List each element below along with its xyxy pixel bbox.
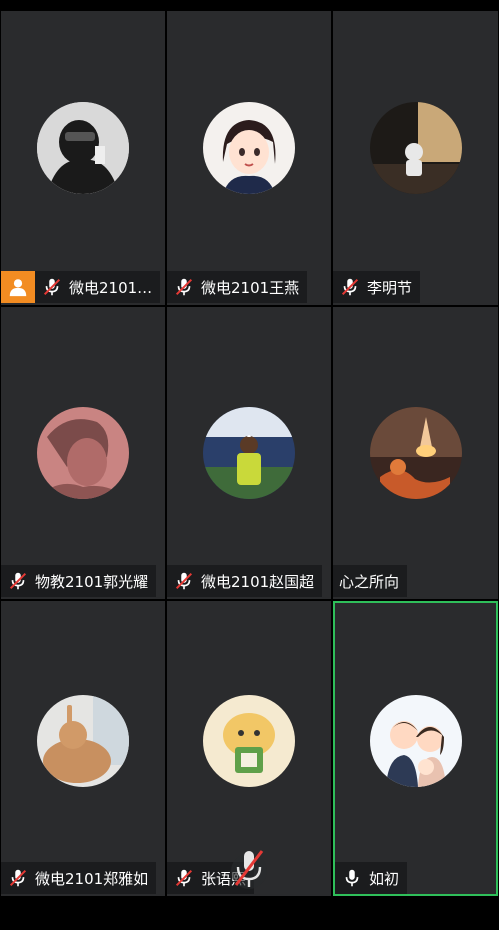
mic-muted-icon — [175, 572, 193, 590]
participant-name: 物教2101郭光耀 — [35, 572, 149, 591]
mic-muted-icon — [175, 278, 193, 296]
participant-label: 物教2101郭光耀 — [1, 565, 157, 597]
participant-name: 李明节 — [367, 278, 413, 297]
participant-tile[interactable]: 微电2101赵国超 — [167, 307, 331, 599]
participant-tile[interactable]: 物教2101郭光耀 — [1, 307, 165, 599]
avatar — [203, 407, 295, 499]
avatar — [203, 694, 295, 787]
participant-label: 李明节 — [333, 271, 421, 303]
mic-icon — [345, 869, 359, 887]
participant-name: 微电2101赵国超 — [201, 572, 315, 591]
participant-label: 微电2101赵国超 — [167, 565, 323, 597]
participant-tile[interactable]: 李明节 — [333, 11, 498, 305]
participant-tile-active[interactable]: 如初 — [333, 601, 498, 896]
mic-muted-icon — [175, 869, 193, 887]
bottom-bar — [0, 896, 499, 930]
participant-label: 微电2101王燕 — [167, 271, 308, 303]
participant-grid: 微电2101… 微电2101王燕 李明节 物教2101郭光耀 微电2101赵国超… — [0, 11, 499, 896]
mic-muted-icon — [341, 278, 359, 296]
participant-label: 如初 — [335, 862, 408, 894]
mic-muted-icon — [9, 869, 27, 887]
participant-tile[interactable]: 心之所向 — [333, 307, 498, 599]
avatar — [203, 102, 295, 194]
mic-muted-icon — [9, 572, 27, 590]
participant-name: 微电2101… — [69, 278, 153, 297]
participant-name: 微电2101郑雅如 — [35, 869, 149, 888]
avatar — [369, 694, 462, 787]
host-badge — [1, 271, 35, 303]
participant-tile[interactable]: 微电2101… — [1, 11, 165, 305]
avatar — [37, 102, 129, 194]
participant-name: 心之所向 — [339, 572, 400, 591]
participant-label: 微电2101郑雅如 — [1, 862, 157, 894]
participant-label: 心之所向 — [333, 565, 408, 597]
avatar — [369, 407, 462, 499]
mic-muted-icon — [43, 278, 61, 296]
mic-muted-icon[interactable] — [231, 845, 267, 895]
participant-name: 微电2101王燕 — [201, 278, 300, 297]
avatar — [37, 407, 129, 499]
participant-tile[interactable]: 微电2101王燕 — [167, 11, 331, 305]
participant-tile[interactable]: 微电2101郑雅如 — [1, 601, 165, 896]
avatar — [369, 102, 462, 194]
participant-label: 微电2101… — [1, 271, 161, 303]
person-icon — [9, 279, 27, 297]
status-bar — [0, 0, 499, 11]
avatar — [37, 694, 129, 787]
participant-name: 如初 — [369, 869, 400, 888]
